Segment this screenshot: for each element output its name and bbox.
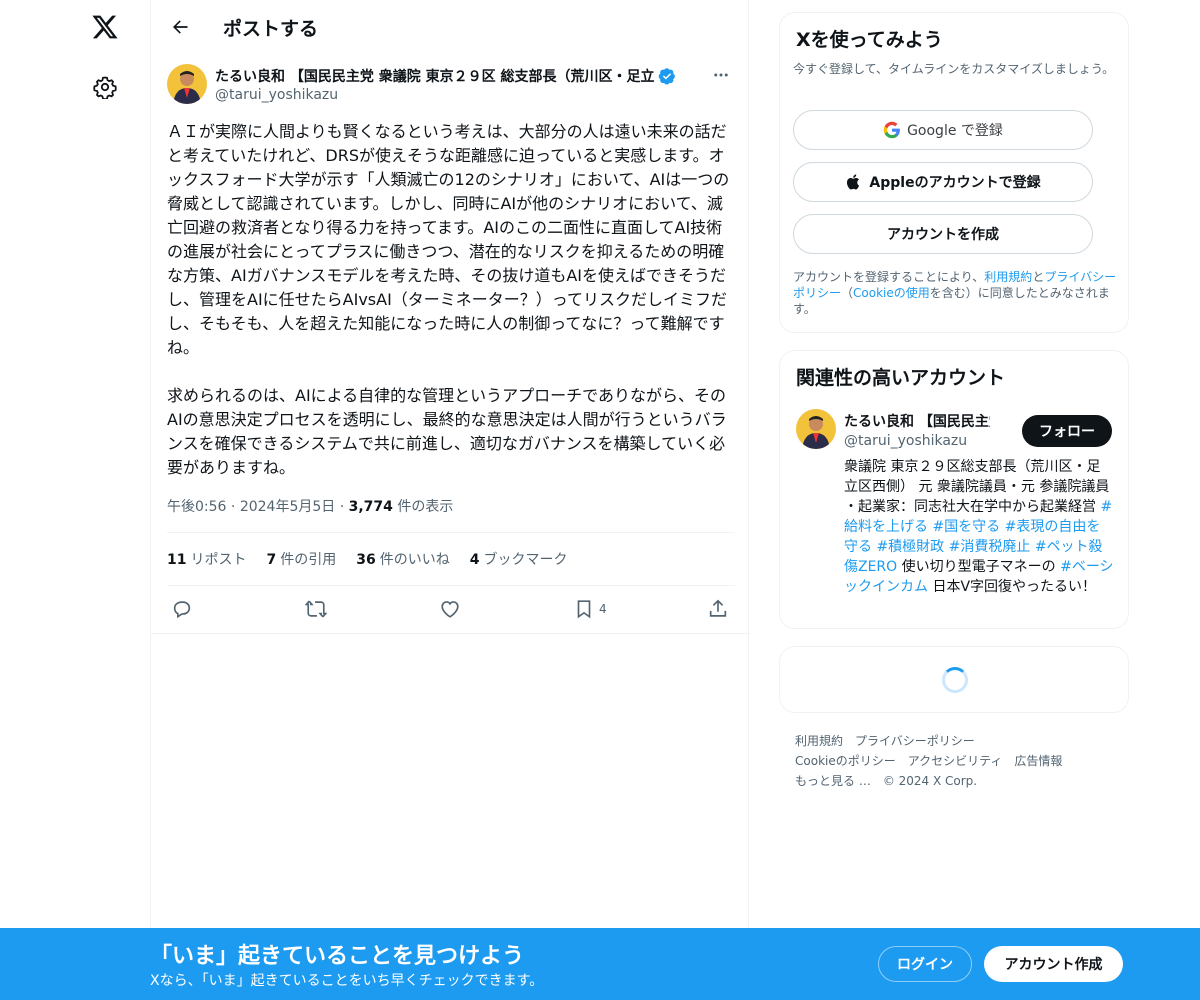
more-options-icon[interactable] <box>707 64 735 86</box>
tweet-stats: 11 リポスト 7 件の引用 36 件のいいね 4 ブックマーク <box>167 549 567 569</box>
left-nav <box>0 0 150 1000</box>
tweet-author: たるい良和 【国民民主党 衆議院 東京２９区 総支部長（荒川区・足立 @taru… <box>167 64 735 108</box>
footer-links: 利用規約 プライバシーポリシー Cookieのポリシー アクセシビリティ 広告情報 も… <box>795 731 1125 791</box>
share-icon <box>709 599 727 617</box>
tweet-meta: 午後0:56 · 2024年5月5日 · 3,774 件の表示 <box>167 496 453 516</box>
reposts-label: リポスト <box>190 552 247 568</box>
related-accounts-card: 関連性の高いアカウント たるい良和 【国民民主党 @tarui_yoshikaz… <box>779 350 1129 629</box>
google-signup-label: Google で登録 <box>907 123 1003 139</box>
likes-label: 件のいいね <box>379 552 450 568</box>
bio-text: 衆議院 東京２９区総支部長（荒川区・足立区西側） 元 衆議院議員・元 参議院議員… <box>844 459 1110 515</box>
verified-badge-icon <box>658 68 675 85</box>
likes-stat[interactable]: 36 件のいいね <box>356 549 449 569</box>
banner-subtitle: Xなら、「いま」起きていることをいち早くチェックできます。 <box>150 973 544 989</box>
avatar[interactable] <box>796 409 836 449</box>
author-name[interactable]: たるい良和 【国民民主党 衆議院 東京２９区 総支部長（荒川区・足立 <box>215 66 655 86</box>
trends-card <box>779 646 1129 713</box>
terms-text: アカウントを登録することにより、 <box>793 270 985 284</box>
bio-text: 使い切り型電子マネーの <box>897 559 1061 575</box>
views-count: 3,774 <box>348 499 393 515</box>
google-signup-button[interactable]: Google で登録 <box>793 110 1093 150</box>
related-account-name[interactable]: たるい良和 【国民民主党 <box>844 411 990 431</box>
footer-accessibility-link[interactable]: アクセシビリティ <box>908 754 1003 768</box>
arrow-left-icon <box>173 20 188 34</box>
meta-separator: · <box>339 499 349 515</box>
footer-privacy-link[interactable]: プライバシーポリシー <box>855 734 975 748</box>
reposts-count: 11 <box>167 552 187 568</box>
terms-text: （ <box>841 286 854 300</box>
bookmarks-label: ブックマーク <box>483 552 568 568</box>
tweet-text: ＡＩが実際に人間よりも賢くなるという考えは、大部分の人は遠い未来の話だと考えてい… <box>167 122 730 477</box>
apple-signup-label: Appleのアカウントで登録 <box>869 175 1041 191</box>
terms-text: と <box>1032 270 1045 284</box>
follow-button[interactable]: フォロー <box>1022 415 1112 447</box>
create-account-button[interactable]: アカウントを作成 <box>793 214 1093 254</box>
bookmark-button[interactable]: 4 <box>573 594 607 624</box>
signup-card-title: Xを使ってみよう <box>796 29 943 51</box>
footer-more-link[interactable]: もっと見る … <box>795 774 871 788</box>
banner-title: 「いま」起きていることを見つけよう <box>150 944 525 969</box>
main-column: ポストする たるい良和 【国民民主党 衆議院 東京２９区 総支部長（荒川区・足立… <box>150 0 750 1000</box>
bookmark-icon <box>577 600 591 619</box>
quotes-stat[interactable]: 7 件の引用 <box>266 549 336 569</box>
tweet-date[interactable]: 2024年5月5日 <box>240 499 335 515</box>
related-account-handle[interactable]: @tarui_yoshikazu <box>844 433 967 449</box>
bookmark-count: 4 <box>599 602 607 616</box>
related-account-bio: 衆議院 東京２９区総支部長（荒川区・足立区西側） 元 衆議院議員・元 参議院議員… <box>844 457 1114 597</box>
hashtag-link[interactable]: #積極財政 <box>876 539 944 555</box>
repost-button[interactable] <box>305 594 327 624</box>
divider <box>167 585 735 586</box>
divider <box>167 532 735 533</box>
x-logo-icon[interactable] <box>88 10 122 44</box>
repost-icon <box>305 600 327 618</box>
footer-terms-link[interactable]: 利用規約 <box>795 734 843 748</box>
hashtag-link[interactable]: #消費税廃止 <box>949 539 1031 555</box>
loading-spinner-icon <box>942 667 968 693</box>
google-icon <box>883 121 900 139</box>
related-card-title: 関連性の高いアカウント <box>796 367 1006 389</box>
like-button[interactable] <box>439 594 461 624</box>
heart-icon <box>441 601 459 618</box>
cookie-link[interactable]: Cookieの使用 <box>853 286 930 300</box>
quotes-count: 7 <box>266 552 277 568</box>
reply-icon <box>173 601 191 619</box>
reply-button[interactable] <box>171 594 193 624</box>
tweet-time[interactable]: 午後0:56 <box>167 499 226 515</box>
login-button[interactable]: ログイン <box>878 946 972 982</box>
author-handle[interactable]: @tarui_yoshikazu <box>215 87 338 103</box>
share-button[interactable] <box>707 594 729 624</box>
gear-icon[interactable] <box>90 72 120 102</box>
footer-copyright: © 2024 X Corp. <box>882 774 978 788</box>
signup-banner: 「いま」起きていることを見つけよう Xなら、「いま」起きていることをいち早くチェ… <box>0 928 1200 1000</box>
bookmarks-stat[interactable]: 4 ブックマーク <box>470 549 568 569</box>
avatar[interactable] <box>167 64 207 104</box>
signup-button[interactable]: アカウント作成 <box>984 946 1123 982</box>
page-header: ポストする <box>151 0 750 53</box>
terms-notice: アカウントを登録することにより、利用規約とプライバシーポリシー（Cookieの使… <box>793 269 1123 317</box>
apple-icon <box>847 174 860 190</box>
bookmarks-count: 4 <box>469 552 480 568</box>
create-account-label: アカウントを作成 <box>887 227 999 243</box>
footer-ads-link[interactable]: 広告情報 <box>1014 754 1062 768</box>
back-button[interactable] <box>163 10 197 44</box>
signup-card: Xを使ってみよう 今すぐ登録して、タイムラインをカスタマイズしましょう。 Goo… <box>779 12 1129 333</box>
footer-cookie-link[interactable]: Cookieのポリシー <box>795 754 896 768</box>
signup-subtitle: 今すぐ登録して、タイムラインをカスタマイズしましょう。 <box>793 62 1115 76</box>
divider <box>151 633 750 634</box>
page-title: ポストする <box>223 18 319 40</box>
tweet-actions: 4 <box>167 594 735 624</box>
reposts-stat[interactable]: 11 リポスト <box>167 549 246 569</box>
quotes-label: 件の引用 <box>280 552 337 568</box>
likes-count: 36 <box>356 552 376 568</box>
apple-signup-button[interactable]: Appleのアカウントで登録 <box>793 162 1093 202</box>
bio-text: 日本V字回復やったるい！ <box>928 579 1097 595</box>
terms-link[interactable]: 利用規約 <box>984 270 1032 284</box>
views-label: 件の表示 <box>397 499 454 515</box>
hashtag-link[interactable]: #国を守る <box>932 519 1000 535</box>
meta-separator: · <box>230 499 240 515</box>
